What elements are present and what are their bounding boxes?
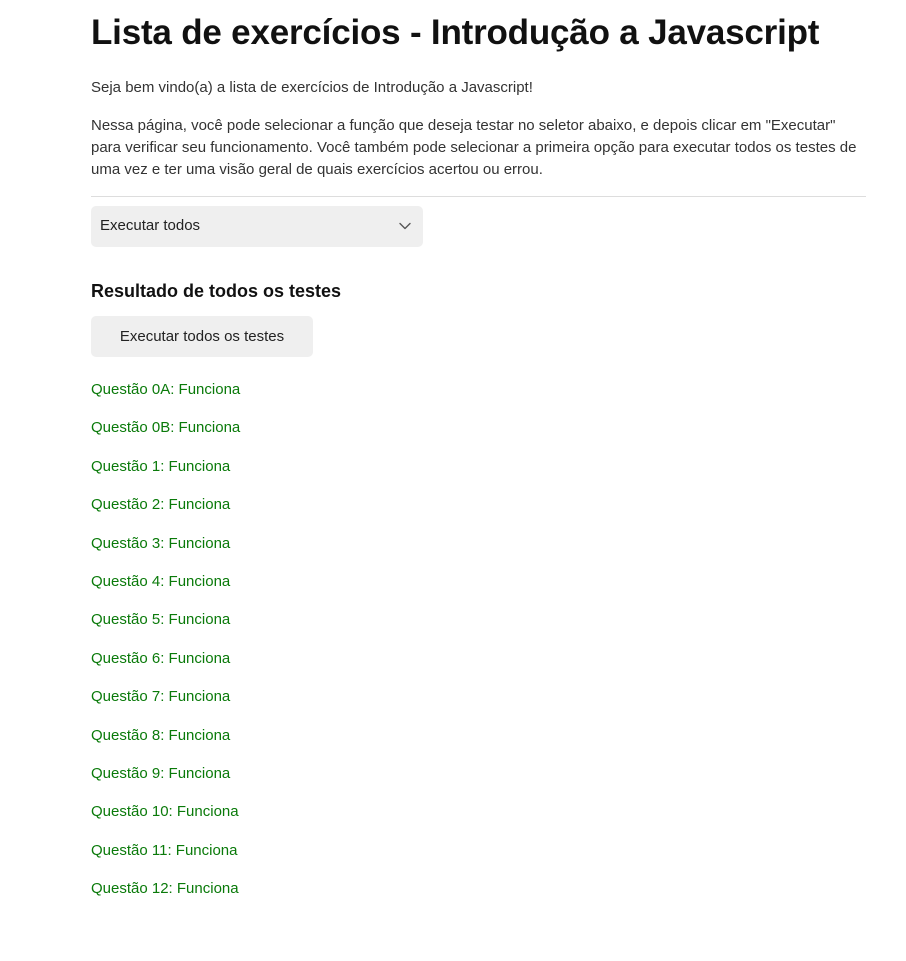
welcome-text: Seja bem vindo(a) a lista de exercícios …: [91, 79, 533, 96]
chevron-down-icon: [397, 218, 413, 234]
result-item: Questão 0B: Funciona: [91, 419, 241, 437]
result-item: Questão 6: Funciona: [91, 649, 231, 667]
result-item: Questão 10: Funciona: [91, 803, 239, 821]
result-item: Questão 7: Funciona: [91, 688, 231, 706]
result-item: Questão 12: Funciona: [91, 880, 239, 898]
results-section-title: Resultado de todos os testes: [91, 281, 342, 301]
result-item: Questão 2: Funciona: [91, 496, 231, 514]
result-item: Questão 0A: Funciona: [91, 381, 241, 398]
page: Lista de exercícios - Introdução a Javas…: [0, 0, 906, 961]
result-item: Questão 8: Funciona: [91, 726, 231, 744]
results-list: Questão 0A: Funciona Questão 0B: Funcion…: [91, 379, 866, 916]
divider: [91, 196, 866, 197]
function-selector[interactable]: Executar todos: [91, 206, 423, 247]
run-all-tests-button[interactable]: Executar todos os testes: [91, 316, 313, 357]
main-content: Lista de exercícios - Introdução a Javas…: [91, 0, 866, 916]
result-item: Questão 1: Funciona: [91, 457, 231, 475]
result-item: Questão 4: Funciona: [91, 572, 231, 590]
result-item: Questão 9: Funciona: [91, 764, 231, 782]
description-text: Nessa página, você pode selecionar a fun…: [91, 117, 857, 178]
function-selector-value: Executar todos: [100, 217, 201, 234]
result-item: Questão 5: Funciona: [91, 611, 231, 629]
page-title: Lista de exercícios - Introdução a Javas…: [91, 13, 820, 52]
result-item: Questão 11: Funciona: [91, 841, 238, 859]
result-item: Questão 3: Funciona: [91, 534, 231, 552]
